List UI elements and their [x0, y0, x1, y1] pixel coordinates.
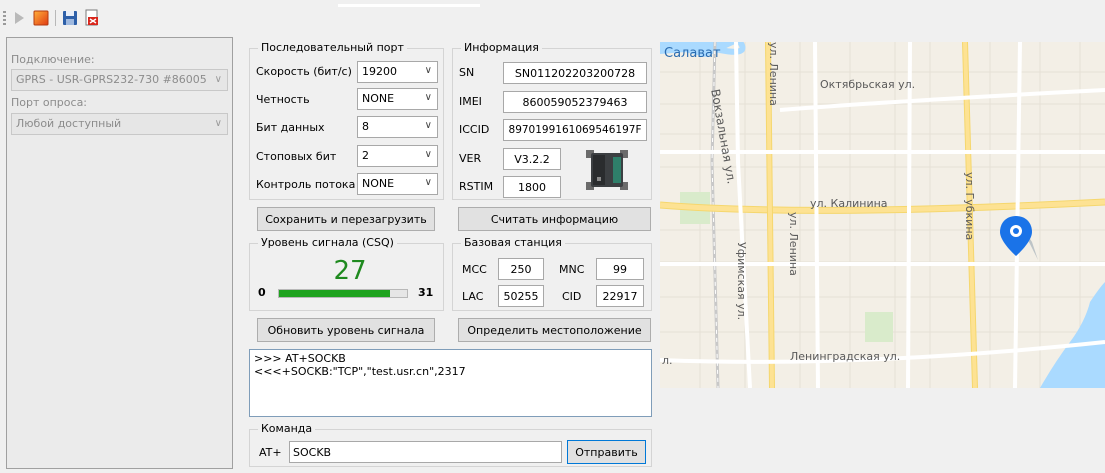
connection-label: Подключение: [11, 53, 95, 66]
rstim-field[interactable]: 1800 [503, 176, 561, 198]
ver-field[interactable]: V3.2.2 [503, 148, 561, 170]
imei-field[interactable]: 860059052379463 [503, 91, 647, 113]
parity-select-value: NONE [362, 92, 395, 105]
parity-label: Четность [256, 93, 310, 106]
export-icon [85, 9, 98, 26]
play-icon [15, 12, 24, 24]
map-label-kalinina: ул. Калинина [810, 197, 888, 210]
location-map[interactable]: Салават ул. Ленина Октябрьская ул. Вокза… [660, 42, 1105, 388]
modem-device-picture [586, 150, 628, 190]
chevron-down-icon: ∨ [424, 177, 432, 188]
command-prefix-label: AT+ [259, 446, 282, 459]
info-title: Информация [461, 41, 542, 54]
map-label-salavat: Салават [664, 46, 721, 61]
map-label-ufimskaya: Уфимская ул. [735, 242, 748, 321]
map-label-leningradskaya: Ленинградская ул. [790, 350, 901, 363]
map-label-gubkina: ул. Губкина [963, 172, 976, 241]
signal-min-label: 0 [258, 286, 266, 299]
signal-level-value: 27 [333, 256, 367, 286]
map-label-lenina-top: ул. Ленина [767, 42, 780, 106]
save-and-reboot-button[interactable]: Сохранить и перезагрузить [257, 207, 435, 231]
map-label-oktyabrskaya: Октябрьская ул. [820, 78, 916, 91]
map-canvas [660, 42, 1105, 388]
command-title: Команда [258, 422, 316, 435]
stop-button[interactable] [32, 9, 50, 27]
chevron-down-icon: ∨ [214, 118, 222, 129]
sn-field[interactable]: SN011202203200728 [503, 62, 647, 84]
flow-control-select[interactable]: NONE ∨ [357, 173, 438, 195]
stop-bits-select[interactable]: 2 ∨ [357, 145, 438, 167]
chevron-down-icon: ∨ [424, 120, 432, 131]
data-bits-label: Бит данных [256, 121, 325, 134]
log-output[interactable]: >>> AT+SOCKB <<<+SOCKB:"TCP","test.usr.c… [249, 349, 652, 417]
speed-label: Скорость (бит/с) [256, 65, 352, 78]
connection-panel: Подключение: GPRS - USR-GPRS232-730 #860… [6, 37, 233, 469]
save-icon [63, 11, 77, 25]
ver-label: VER [459, 152, 482, 165]
cid-field[interactable]: 22917 [596, 285, 644, 307]
flow-control-label: Контроль потока [256, 178, 356, 191]
parity-select[interactable]: NONE ∨ [357, 88, 438, 110]
iccid-field[interactable]: 8970199161069546197F [503, 119, 647, 141]
cid-label: CID [562, 290, 582, 303]
stop-icon [33, 10, 49, 26]
speed-select-value: 19200 [362, 65, 397, 78]
chevron-down-icon: ∨ [214, 74, 222, 85]
map-label-fragment: л. [662, 354, 673, 367]
rstim-label: RSTIM [459, 180, 494, 193]
flow-control-select-value: NONE [362, 177, 395, 190]
mcc-field[interactable]: 250 [498, 258, 544, 280]
locate-button[interactable]: Определить местоположение [458, 318, 651, 342]
command-input[interactable] [289, 441, 562, 463]
mnc-field[interactable]: 99 [596, 258, 644, 280]
chevron-down-icon: ∨ [424, 149, 432, 160]
toolbar-grip[interactable] [3, 11, 6, 25]
stop-bits-label: Стоповых бит [256, 150, 337, 163]
imei-label: IMEI [459, 95, 482, 108]
iccid-label: ICCID [459, 123, 490, 136]
send-button[interactable]: Отправить [567, 440, 646, 464]
sn-label: SN [459, 66, 475, 79]
signal-level-title: Уровень сигнала (CSQ) [258, 236, 397, 249]
toolbar [0, 0, 1105, 36]
stop-bits-select-value: 2 [362, 149, 369, 162]
update-signal-button[interactable]: Обновить уровень сигнала [257, 318, 435, 342]
signal-max-label: 31 [418, 286, 434, 299]
data-bits-select[interactable]: 8 ∨ [357, 116, 438, 138]
signal-level-bar-fill [279, 290, 391, 297]
port-select[interactable]: Любой доступный ∨ [11, 113, 228, 135]
save-button[interactable] [61, 9, 79, 27]
log-line: <<<+SOCKB:"TCP","test.usr.cn",2317 [254, 365, 466, 378]
data-bits-select-value: 8 [362, 120, 369, 133]
mcc-label: MCC [462, 263, 487, 276]
signal-level-bar [278, 289, 408, 298]
mnc-label: MNC [559, 263, 585, 276]
start-button[interactable] [10, 9, 28, 27]
connection-select[interactable]: GPRS - USR-GPRS232-730 #86005 ∨ [11, 69, 228, 91]
port-label: Порт опроса: [11, 96, 88, 109]
toolbar-separator [55, 10, 56, 26]
log-line: >>> AT+SOCKB [254, 352, 346, 365]
export-button[interactable] [83, 9, 101, 27]
connection-select-value: GPRS - USR-GPRS232-730 #86005 [16, 73, 207, 86]
read-info-button[interactable]: Считать информацию [458, 207, 651, 231]
lac-field[interactable]: 50255 [498, 285, 544, 307]
speed-select[interactable]: 19200 ∨ [357, 61, 438, 83]
chevron-down-icon: ∨ [424, 65, 432, 76]
base-station-title: Базовая станция [461, 236, 565, 249]
chevron-down-icon: ∨ [424, 92, 432, 103]
lac-label: LAC [462, 290, 484, 303]
tab-strip-hint [338, 4, 480, 7]
port-select-value: Любой доступный [16, 117, 122, 130]
serial-port-title: Последовательный порт [258, 41, 407, 54]
map-label-lenina-mid: ул. Ленина [787, 212, 800, 276]
